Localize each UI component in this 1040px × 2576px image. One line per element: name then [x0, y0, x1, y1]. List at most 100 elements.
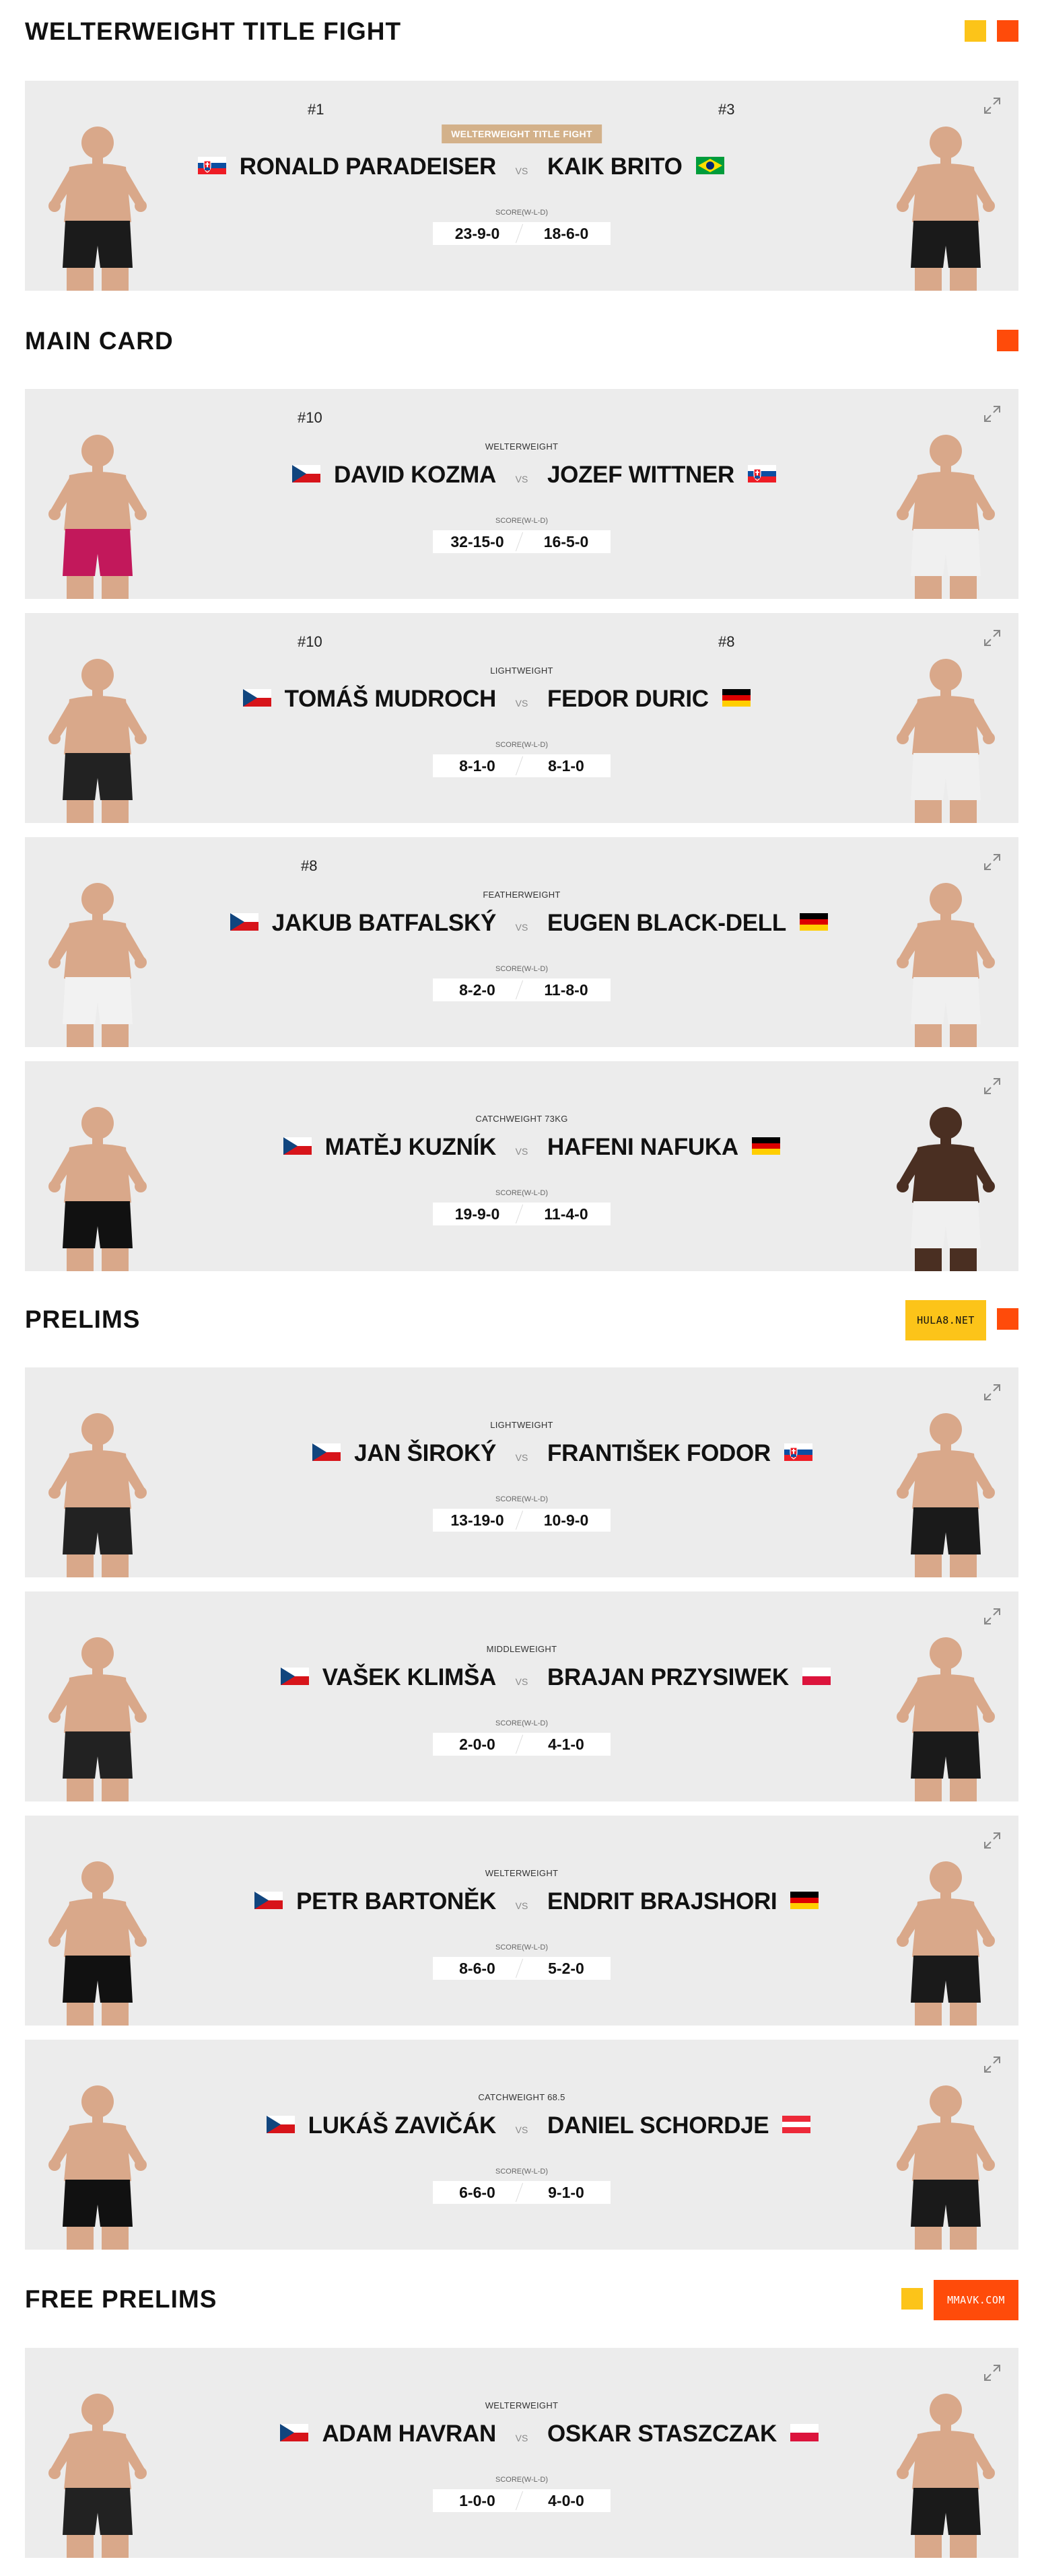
fight-card[interactable]: #1 #3 WELTERWEIGHT TITLE FIGHT RONALD PARA…: [25, 81, 1018, 291]
expand-icon[interactable]: [982, 1382, 1002, 1402]
expand-icon[interactable]: [982, 1830, 1002, 1851]
fighter-right-name: KAIK BRITO: [547, 153, 683, 180]
fighter-photo-left: [30, 108, 165, 291]
hula8-button[interactable]: HULA8.NET: [905, 1300, 986, 1340]
fighter-right[interactable]: FRANTIŠEK FODOR: [547, 1440, 812, 1467]
fighter-names: JAKUB BATFALSKÝ VS EUGEN BLACK-DELL: [25, 910, 1018, 947]
vs-label: VS: [515, 922, 528, 933]
record-left: 19-9-0: [454, 1205, 500, 1223]
flag-pl-icon: [790, 2421, 819, 2447]
fighter-left[interactable]: DAVID KOZMA: [291, 462, 496, 489]
flag-pl-icon: [802, 1664, 831, 1691]
fighter-names: PETR BARTONĚK VS ENDRIT BRAJSHORI: [25, 1888, 1018, 1926]
expand-icon[interactable]: [982, 2054, 1002, 2075]
score-label: SCORE(W-L-D): [495, 1495, 548, 1503]
score-label: SCORE(W-L-D): [495, 1719, 548, 1727]
fighter-names: MATĚJ KUZNÍK VS HAFENI NAFUKA: [25, 1134, 1018, 1172]
fighter-left[interactable]: JAKUB BATFALSKÝ: [230, 910, 496, 937]
fighter-left-name: JAKUB BATFALSKÝ: [271, 910, 497, 936]
fight-card[interactable]: WELTERWEIGHT PETR BARTONĚK VS ENDRIT BRA…: [25, 1816, 1018, 2026]
flag-sk-icon: [784, 1440, 812, 1467]
section-header-prelims: PRELIMS HULA8.NET: [25, 1300, 1018, 1340]
fight-card[interactable]: CATCHWEIGHT 73KG MATĚJ KUZNÍK VS HAFENI …: [25, 1061, 1018, 1271]
expand-icon[interactable]: [982, 628, 1002, 648]
fighter-right[interactable]: FEDOR DURIC: [547, 686, 751, 713]
fighter-names: JAN ŠIROKÝ VS FRANTIŠEK FODOR: [25, 1440, 1018, 1478]
fighter-right[interactable]: JOZEF WITTNER: [547, 462, 777, 489]
mmavk-button[interactable]: MMAVK.COM: [934, 2280, 1018, 2320]
fight-card[interactable]: CATCHWEIGHT 68.5 LUKÁŠ ZAVIČÁK VS DANIEL…: [25, 2040, 1018, 2250]
fighter-right-name: HAFENI NAFUKA: [547, 1134, 738, 1160]
record-right: 9-1-0: [548, 2184, 584, 2201]
score-label: SCORE(W-L-D): [495, 209, 548, 217]
fighter-left[interactable]: TOMÁŠ MUDROCH: [242, 686, 496, 713]
score-label: SCORE(W-L-D): [495, 517, 548, 525]
record-left: 2-0-0: [459, 1736, 495, 1753]
fighter-right[interactable]: OSKAR STASZCZAK: [547, 2421, 819, 2447]
fighter-left[interactable]: VAŠEK KLIMŠA: [280, 1664, 496, 1691]
expand-icon[interactable]: [982, 96, 1002, 116]
flag-cz-icon: [283, 1134, 312, 1161]
fighter-left[interactable]: MATĚJ KUZNÍK: [283, 1134, 496, 1161]
score-box: 6-6-0 9-1-0: [433, 2181, 611, 2204]
fighter-left[interactable]: RONALD PARADEISER: [197, 153, 496, 180]
fighter-right-name: FRANTIŠEK FODOR: [547, 1440, 771, 1466]
fight-card[interactable]: #8 FEATHERWEIGHT JAKUB BATFALSKÝ VS EUGEN…: [25, 837, 1018, 1047]
fight-card[interactable]: MIDDLEWEIGHT VAŠEK KLIMŠA VS BRAJAN PRZY…: [25, 1591, 1018, 1801]
rank-right: #3: [718, 101, 735, 118]
fighter-right[interactable]: DANIEL SCHORDJE: [547, 2112, 811, 2139]
fighter-names: LUKÁŠ ZAVIČÁK VS DANIEL SCHORDJE: [25, 2112, 1018, 2150]
flag-br-icon: [695, 153, 724, 180]
flag-cz-icon: [280, 2421, 309, 2447]
fighter-right-name: BRAJAN PRZYSIWEK: [547, 1664, 789, 1690]
expand-icon[interactable]: [982, 852, 1002, 872]
rank-left: #10: [298, 409, 322, 426]
section-title: PRELIMS: [25, 1305, 141, 1333]
vs-label: VS: [515, 1146, 528, 1157]
fight-card[interactable]: LIGHTWEIGHT JAN ŠIROKÝ VS FRANTIŠEK FODO…: [25, 1367, 1018, 1577]
record-right: 16-5-0: [543, 533, 589, 550]
score-box: 23-9-0 18-6-0: [433, 222, 611, 245]
score-box: 13-19-0 10-9-0: [433, 1509, 611, 1532]
flag-cz-icon: [280, 1664, 309, 1691]
flag-de-icon: [799, 910, 828, 937]
expand-icon[interactable]: [982, 2363, 1002, 2383]
record-right: 11-4-0: [544, 1205, 588, 1223]
record-right: 11-8-0: [544, 981, 588, 999]
flag-at-icon: [782, 2112, 811, 2139]
vs-label: VS: [515, 2124, 528, 2135]
fighter-right[interactable]: HAFENI NAFUKA: [547, 1134, 780, 1161]
weight-class: WELTERWEIGHT TITLE FIGHT: [442, 124, 602, 143]
fighter-right-name: EUGEN BLACK-DELL: [547, 910, 786, 936]
yellow-square-icon: [901, 2288, 923, 2310]
score-box: 8-2-0 11-8-0: [433, 978, 611, 1001]
fight-card[interactable]: #10 #8 LIGHTWEIGHT TOMÁŠ MUDROCH VS FEDOR …: [25, 613, 1018, 823]
fighter-left-name: DAVID KOZMA: [333, 462, 496, 488]
section-title: FREE PRELIMS: [25, 2285, 217, 2313]
flag-de-icon: [751, 1134, 780, 1161]
record-right: 4-1-0: [548, 1736, 584, 1753]
fighter-left[interactable]: ADAM HAVRAN: [280, 2421, 496, 2447]
expand-icon[interactable]: [982, 404, 1002, 424]
record-left: 8-1-0: [459, 757, 495, 775]
fighter-right[interactable]: ENDRIT BRAJSHORI: [547, 1888, 819, 1915]
orange-square-icon: [997, 330, 1018, 351]
fight-card[interactable]: #10 WELTERWEIGHT DAVID KOZMA VS JOZEF WIT…: [25, 389, 1018, 599]
fighter-right[interactable]: EUGEN BLACK-DELL: [547, 910, 828, 937]
fighter-right-name: FEDOR DURIC: [547, 686, 709, 712]
score-label: SCORE(W-L-D): [495, 1943, 548, 1952]
fighter-left[interactable]: LUKÁŠ ZAVIČÁK: [266, 2112, 496, 2139]
vs-label: VS: [515, 474, 528, 485]
expand-icon[interactable]: [982, 1076, 1002, 1096]
record-left: 13-19-0: [450, 1511, 504, 1529]
score-box: 19-9-0 11-4-0: [433, 1203, 611, 1225]
expand-icon[interactable]: [982, 1606, 1002, 1626]
fighter-names: ADAM HAVRAN VS OSKAR STASZCZAK: [25, 2421, 1018, 2458]
fighter-left[interactable]: JAN ŠIROKÝ: [312, 1440, 496, 1467]
score-label: SCORE(W-L-D): [495, 2168, 548, 2176]
fight-card[interactable]: WELTERWEIGHT ADAM HAVRAN VS OSKAR STASZC…: [25, 2348, 1018, 2558]
fighter-right[interactable]: BRAJAN PRZYSIWEK: [547, 1664, 831, 1691]
score-label: SCORE(W-L-D): [495, 2476, 548, 2484]
fighter-left[interactable]: PETR BARTONĚK: [254, 1888, 496, 1915]
fighter-right[interactable]: KAIK BRITO: [547, 153, 724, 180]
